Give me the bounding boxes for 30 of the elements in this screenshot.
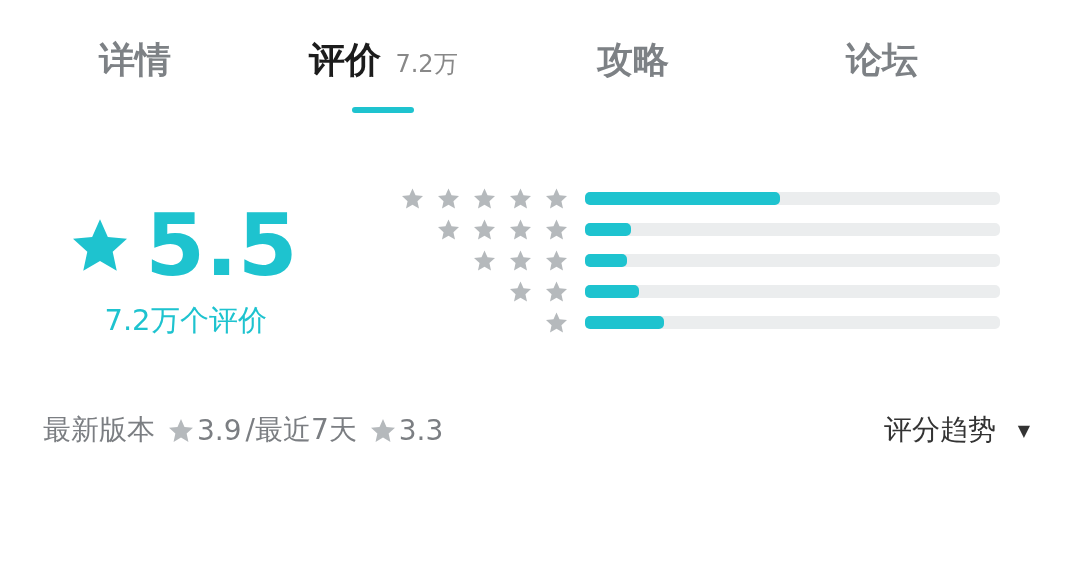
star-icon [546,249,567,271]
star-icon [546,187,567,209]
star-icon [510,218,531,240]
tab[interactable]: 攻略 [596,36,669,113]
latest-version-label: 最新版本 [43,412,155,448]
recent-days-score: 3.3 [398,413,444,447]
star-icon [546,311,567,333]
star-icon [546,280,567,302]
star-icon [510,187,531,209]
rating-trend-button[interactable]: 评分趋势 ▼ [883,411,1030,449]
latest-version-score: 3.9 [197,413,242,447]
recent-days-label: /最近7天 [245,412,357,448]
star-icon [546,218,567,240]
rating-score: 5.5 [145,199,298,291]
star-icon [438,187,459,209]
star-icon [474,218,495,240]
star-icon [474,249,495,271]
tab[interactable]: 评价 7.2万 [309,36,458,113]
star-icon [73,219,128,271]
star-icon [370,418,395,442]
star-icon [402,187,423,209]
tab-indicator [352,107,415,113]
star-icon [438,218,459,240]
rating-count: 7.2万个评价 [104,302,267,339]
star-icon [474,187,495,209]
tab[interactable]: 详情 [98,36,171,113]
star-icon [510,249,531,271]
tab[interactable]: 论坛 [845,36,918,113]
star-icon [169,418,193,442]
star-icon [510,280,531,302]
